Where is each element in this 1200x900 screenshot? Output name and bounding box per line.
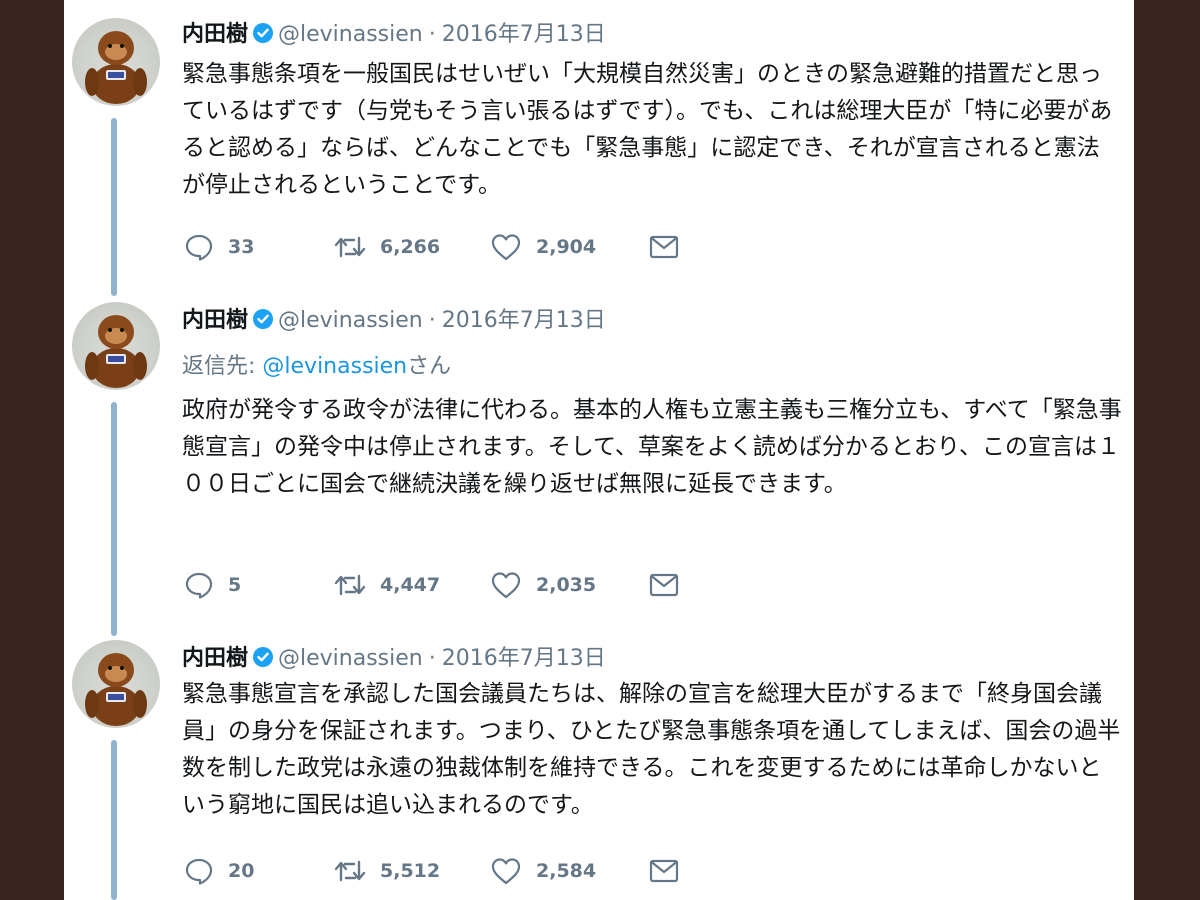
message-icon bbox=[649, 859, 679, 883]
like-icon bbox=[491, 858, 521, 885]
message-button[interactable] bbox=[648, 856, 680, 886]
user-handle[interactable]: @levinassien bbox=[278, 308, 423, 333]
like-count: 2,904 bbox=[536, 236, 597, 258]
tweet-text: 政府が発令する政令が法律に代わる。基本的人権も立憲主義も三権分立も、すべて「緊急… bbox=[182, 397, 1122, 497]
reply-to-suffix: さん bbox=[407, 354, 452, 379]
avatar[interactable] bbox=[72, 302, 160, 390]
retweet-button[interactable]: 4,447 bbox=[334, 570, 440, 600]
retweet-button[interactable]: 6,266 bbox=[334, 232, 440, 262]
separator-dot: · bbox=[428, 308, 436, 333]
verified-icon bbox=[252, 22, 274, 48]
orangutan-plush-icon bbox=[85, 31, 147, 104]
verified-icon bbox=[252, 646, 274, 672]
user-handle[interactable]: @levinassien bbox=[278, 646, 423, 671]
thread-line bbox=[111, 118, 117, 296]
message-icon bbox=[649, 235, 679, 259]
thread-line bbox=[111, 402, 117, 636]
like-button[interactable]: 2,584 bbox=[490, 856, 596, 886]
like-count: 2,035 bbox=[536, 574, 597, 596]
reply-icon bbox=[185, 572, 213, 599]
tweet-header: 内田樹 @levinassien · 2016年7月13日 bbox=[182, 640, 606, 674]
like-button[interactable]: 2,904 bbox=[490, 232, 596, 262]
tweet-text: 緊急事態条項を一般国民はせいぜい「大規模自然災害」のときの緊急避難的措置だと思っ… bbox=[182, 61, 1113, 198]
tweet-thread: 内田樹 @levinassien · 2016年7月13日 緊急事態条項を一般国民はせ… bbox=[64, 0, 1134, 900]
tweet-header: 内田樹 @levinassien · 2016年7月13日 bbox=[182, 302, 606, 336]
like-icon bbox=[491, 234, 521, 261]
like-count: 2,584 bbox=[536, 860, 597, 882]
tweet-text: 緊急事態宣言を承認した国会議員たちは、解除の宣言を総理大臣がするまで「終身国会議… bbox=[182, 681, 1121, 818]
reply-to-prefix: 返信先: bbox=[182, 354, 263, 379]
display-name[interactable]: 内田樹 bbox=[182, 308, 248, 333]
retweet-icon bbox=[334, 236, 366, 258]
retweet-count: 6,266 bbox=[380, 236, 441, 258]
user-handle[interactable]: @levinassien bbox=[278, 22, 423, 47]
tweet-header: 内田樹 @levinassien · 2016年7月13日 bbox=[182, 16, 606, 50]
reply-count: 33 bbox=[228, 236, 255, 258]
like-button[interactable]: 2,035 bbox=[490, 570, 596, 600]
reply-button[interactable]: 5 bbox=[184, 570, 241, 600]
retweet-button[interactable]: 5,512 bbox=[334, 856, 440, 886]
reply-icon bbox=[185, 234, 213, 261]
thread-line bbox=[111, 740, 117, 900]
retweet-icon bbox=[334, 574, 366, 596]
verified-icon bbox=[252, 308, 274, 334]
avatar[interactable] bbox=[72, 18, 160, 106]
orangutan-plush-icon bbox=[85, 653, 147, 726]
reply-button[interactable]: 20 bbox=[184, 856, 254, 886]
separator-dot: · bbox=[428, 22, 436, 47]
retweet-count: 4,447 bbox=[380, 574, 441, 596]
message-icon bbox=[649, 573, 679, 597]
tweet-date[interactable]: 2016年7月13日 bbox=[442, 646, 606, 671]
reply-button[interactable]: 33 bbox=[184, 232, 254, 262]
reply-icon bbox=[185, 858, 213, 885]
like-icon bbox=[491, 572, 521, 599]
message-button[interactable] bbox=[648, 570, 680, 600]
retweet-count: 5,512 bbox=[380, 860, 441, 882]
reply-to-handle[interactable]: @levinassien bbox=[262, 354, 407, 379]
reply-to-line: 返信先: @levinassienさん bbox=[182, 348, 451, 380]
display-name[interactable]: 内田樹 bbox=[182, 646, 248, 671]
message-button[interactable] bbox=[648, 232, 680, 262]
display-name[interactable]: 内田樹 bbox=[182, 22, 248, 47]
avatar[interactable] bbox=[72, 640, 160, 728]
orangutan-plush-icon bbox=[85, 315, 147, 388]
separator-dot: · bbox=[428, 646, 436, 671]
tweet-date[interactable]: 2016年7月13日 bbox=[442, 308, 606, 333]
tweet-date[interactable]: 2016年7月13日 bbox=[442, 22, 606, 47]
reply-count: 20 bbox=[228, 860, 255, 882]
retweet-icon bbox=[334, 860, 366, 882]
reply-count: 5 bbox=[228, 574, 242, 596]
